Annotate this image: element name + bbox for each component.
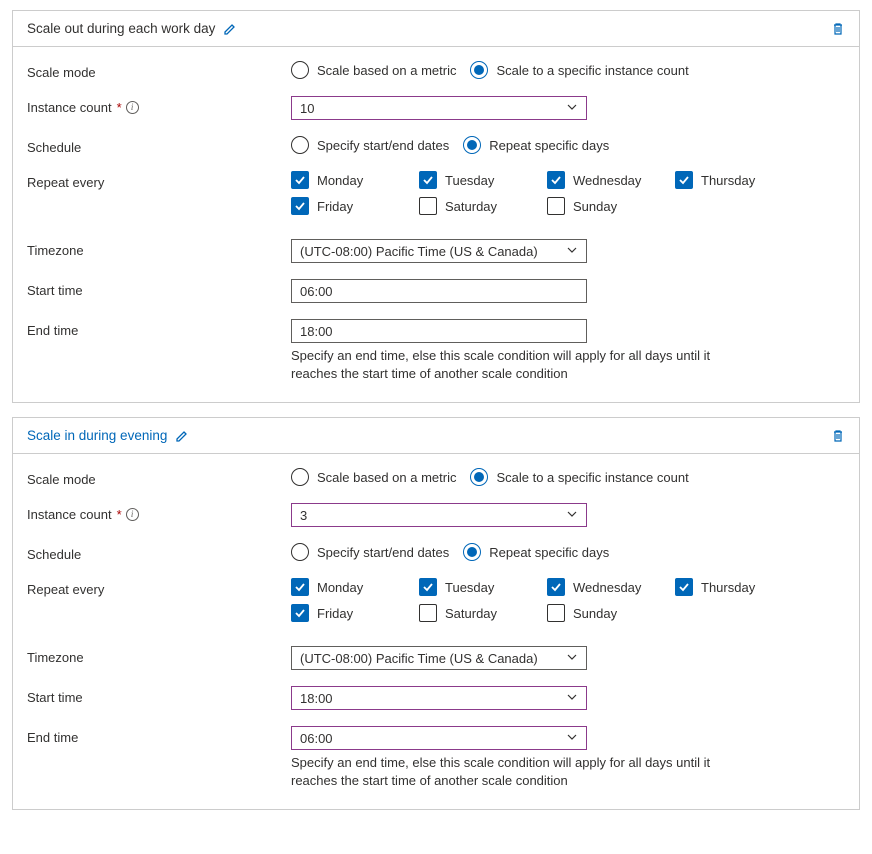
scale-condition-panel: Scale in during evening Scale mode Scale…: [12, 417, 860, 810]
chevron-down-icon: [566, 244, 578, 259]
timezone-select[interactable]: (UTC-08:00) Pacific Time (US & Canada): [291, 646, 587, 670]
day-checkbox-thu[interactable]: Thursday: [675, 578, 803, 596]
panel-body: Scale mode Scale based on a metric Scale…: [13, 47, 859, 402]
panel-body: Scale mode Scale based on a metric Scale…: [13, 454, 859, 809]
chevron-down-icon: [566, 508, 578, 523]
chevron-down-icon: [566, 691, 578, 706]
start-time-label: Start time: [27, 279, 291, 298]
info-icon[interactable]: i: [126, 101, 139, 114]
schedule-repeat-radio[interactable]: Repeat specific days: [463, 543, 609, 561]
schedule-dates-radio[interactable]: Specify start/end dates: [291, 136, 449, 154]
day-checkbox-wed[interactable]: Wednesday: [547, 578, 675, 596]
day-checkbox-tue[interactable]: Tuesday: [419, 171, 547, 189]
radio-label: Specify start/end dates: [317, 138, 449, 153]
schedule-repeat-radio[interactable]: Repeat specific days: [463, 136, 609, 154]
start-time-input[interactable]: [291, 279, 587, 303]
timezone-label: Timezone: [27, 239, 291, 258]
instance-count-input[interactable]: [291, 503, 587, 527]
radio-label: Scale to a specific instance count: [496, 63, 688, 78]
day-checkbox-mon[interactable]: Monday: [291, 171, 419, 189]
schedule-dates-radio[interactable]: Specify start/end dates: [291, 543, 449, 561]
day-checkbox-fri[interactable]: Friday: [291, 604, 419, 622]
day-checkbox-mon[interactable]: Monday: [291, 578, 419, 596]
panel-header: Scale out during each work day: [13, 11, 859, 47]
delete-icon[interactable]: [831, 429, 845, 443]
radio-label: Repeat specific days: [489, 545, 609, 560]
schedule-radio-group: Specify start/end dates Repeat specific …: [291, 136, 845, 154]
day-checkbox-fri[interactable]: Friday: [291, 197, 419, 215]
repeat-every-label: Repeat every: [27, 171, 291, 190]
panel-title: Scale in during evening: [27, 428, 167, 443]
day-checkbox-sat[interactable]: Saturday: [419, 604, 547, 622]
panel-header: Scale in during evening: [13, 418, 859, 454]
day-checkbox-sun[interactable]: Sunday: [547, 197, 675, 215]
day-checkbox-wed[interactable]: Wednesday: [547, 171, 675, 189]
start-time-input[interactable]: [291, 686, 587, 710]
timezone-label: Timezone: [27, 646, 291, 665]
edit-icon[interactable]: [223, 22, 237, 36]
timezone-select[interactable]: (UTC-08:00) Pacific Time (US & Canada): [291, 239, 587, 263]
start-time-label: Start time: [27, 686, 291, 705]
end-time-input[interactable]: [291, 319, 587, 343]
scale-mode-specific-radio[interactable]: Scale to a specific instance count: [470, 468, 688, 486]
radio-label: Specify start/end dates: [317, 545, 449, 560]
scale-mode-metric-radio[interactable]: Scale based on a metric: [291, 61, 456, 79]
schedule-radio-group: Specify start/end dates Repeat specific …: [291, 543, 845, 561]
chevron-down-icon: [566, 101, 578, 116]
schedule-label: Schedule: [27, 136, 291, 155]
day-checkbox-sat[interactable]: Saturday: [419, 197, 547, 215]
info-icon[interactable]: i: [126, 508, 139, 521]
scale-mode-radio-group: Scale based on a metric Scale to a speci…: [291, 468, 845, 486]
instance-count-input[interactable]: [291, 96, 587, 120]
day-checkbox-sun[interactable]: Sunday: [547, 604, 675, 622]
scale-mode-label: Scale mode: [27, 61, 291, 80]
end-time-label: End time: [27, 726, 291, 745]
end-time-label: End time: [27, 319, 291, 338]
panel-title: Scale out during each work day: [27, 21, 215, 36]
scale-mode-radio-group: Scale based on a metric Scale to a speci…: [291, 61, 845, 79]
delete-icon[interactable]: [831, 22, 845, 36]
day-checkbox-thu[interactable]: Thursday: [675, 171, 803, 189]
days-checkboxes: Monday Tuesday Wednesday Thursday Friday…: [291, 578, 845, 630]
chevron-down-icon: [566, 651, 578, 666]
edit-icon[interactable]: [175, 429, 189, 443]
scale-condition-panel: Scale out during each work day Scale mod…: [12, 10, 860, 403]
radio-label: Scale to a specific instance count: [496, 470, 688, 485]
end-time-input[interactable]: [291, 726, 587, 750]
schedule-label: Schedule: [27, 543, 291, 562]
end-time-help: Specify an end time, else this scale con…: [291, 754, 751, 789]
radio-label: Repeat specific days: [489, 138, 609, 153]
scale-mode-metric-radio[interactable]: Scale based on a metric: [291, 468, 456, 486]
scale-mode-label: Scale mode: [27, 468, 291, 487]
instance-count-label: Instance count* i: [27, 503, 291, 522]
repeat-every-label: Repeat every: [27, 578, 291, 597]
days-checkboxes: Monday Tuesday Wednesday Thursday Friday…: [291, 171, 845, 223]
instance-count-label: Instance count* i: [27, 96, 291, 115]
radio-label: Scale based on a metric: [317, 63, 456, 78]
day-checkbox-tue[interactable]: Tuesday: [419, 578, 547, 596]
chevron-down-icon: [566, 731, 578, 746]
end-time-help: Specify an end time, else this scale con…: [291, 347, 751, 382]
scale-mode-specific-radio[interactable]: Scale to a specific instance count: [470, 61, 688, 79]
radio-label: Scale based on a metric: [317, 470, 456, 485]
